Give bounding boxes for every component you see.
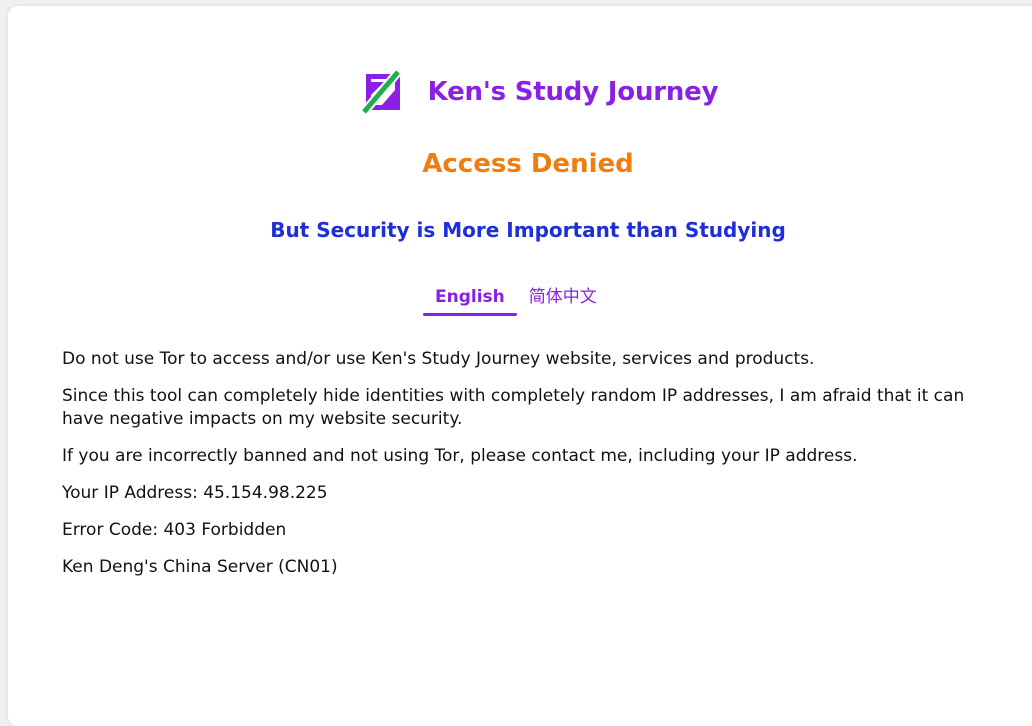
message-paragraph: If you are incorrectly banned and not us…	[62, 446, 858, 466]
page-subheading: But Security is More Important than Stud…	[270, 218, 786, 242]
page-heading: Access Denied	[422, 149, 634, 179]
tab-simplified-chinese[interactable]: 简体中文	[517, 286, 609, 316]
message-paragraph: Do not use Tor to access and/or use Ken'…	[62, 349, 815, 369]
site-title[interactable]: Ken's Study Journey	[428, 77, 719, 107]
error-code-line: Error Code: 403 Forbidden	[62, 520, 287, 540]
ksj-logo-icon	[358, 68, 406, 116]
server-line: Ken Deng's China Server (CN01)	[62, 557, 338, 577]
ip-address-line: Your IP Address: 45.154.98.225	[62, 483, 328, 503]
tab-english[interactable]: English	[423, 286, 517, 316]
message-paragraph: Since this tool can completely hide iden…	[62, 386, 965, 429]
site-brand[interactable]: Ken's Study Journey	[8, 68, 1032, 116]
language-tabs: English 简体中文	[423, 286, 609, 316]
message-body: Do not use Tor to access and/or use Ken'…	[62, 348, 992, 593]
access-denied-card: Ken's Study Journey Access Denied But Se…	[8, 6, 1032, 726]
